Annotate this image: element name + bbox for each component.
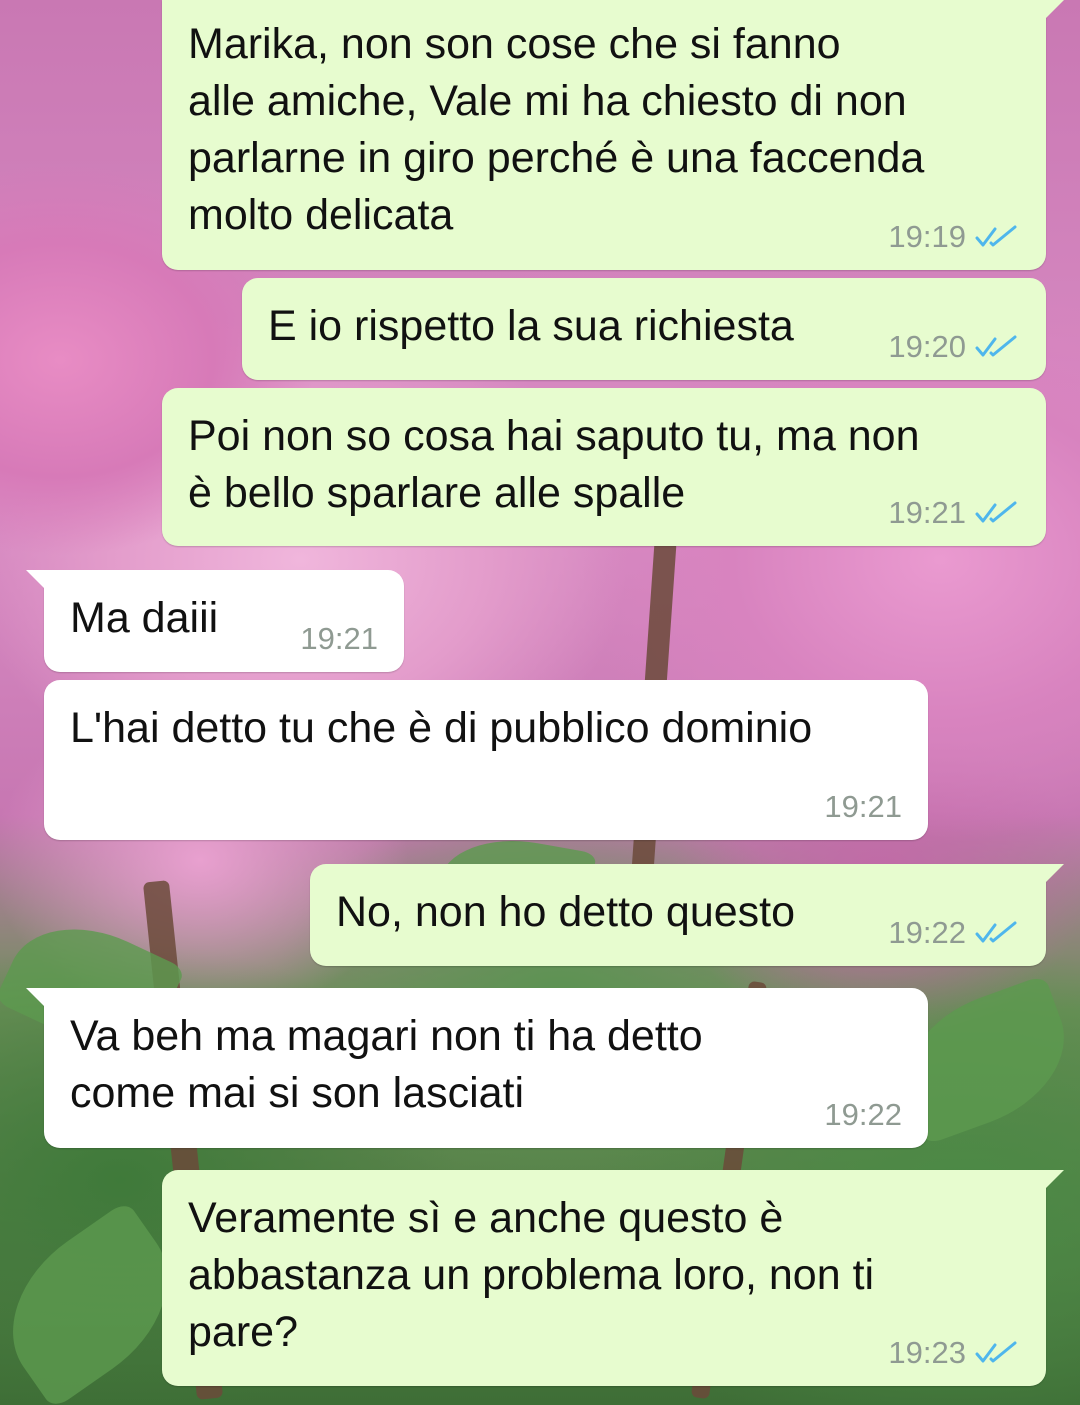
double-check-read-icon [975,225,1017,247]
double-check-read-icon [975,921,1017,943]
double-check-read-icon [975,1341,1017,1363]
double-check-read-icon [975,501,1017,523]
chat-message-outgoing[interactable]: No, non ho detto questo 19:22 [310,864,1064,966]
message-time: 19:21 [888,495,966,530]
message-meta: 19:22 [824,1098,902,1132]
double-check-read-icon [975,335,1017,357]
message-time: 19:21 [824,789,902,824]
message-time: 19:21 [300,621,378,656]
message-meta: 19:23 [888,1336,1020,1370]
chat-message-outgoing[interactable]: E io rispetto la sua richiesta 19:20 [242,278,1046,380]
message-text: Va beh ma magari non ti ha detto come ma… [70,1012,703,1117]
chat-message-incoming[interactable]: Ma daiii 19:21 [26,570,404,672]
message-time: 19:22 [888,915,966,950]
message-text: Marika, non son cose che si fanno alle a… [188,20,925,239]
message-time: 19:19 [888,219,966,254]
message-meta: 19:21 [888,496,1020,530]
message-time: 19:22 [824,1097,902,1132]
message-time: 19:20 [888,329,966,364]
message-meta: 19:21 [824,790,902,824]
message-meta: 19:22 [888,916,1020,950]
chat-message-outgoing[interactable]: Poi non so cosa hai saputo tu, ma non è … [162,388,1046,546]
message-text: L'hai detto tu che è di pubblico dominio [70,704,813,752]
message-meta: 19:21 [300,622,378,656]
chat-message-outgoing[interactable]: Veramente sì e anche questo è abbastanza… [162,1170,1064,1386]
message-meta: 19:20 [888,330,1020,364]
chat-message-incoming[interactable]: L'hai detto tu che è di pubblico dominio… [44,680,928,840]
message-meta: 19:19 [888,220,1020,254]
message-time: 19:23 [888,1335,966,1370]
chat-message-incoming[interactable]: Va beh ma magari non ti ha detto come ma… [26,988,928,1148]
chat-message-outgoing[interactable]: Marika, non son cose che si fanno alle a… [162,0,1064,270]
